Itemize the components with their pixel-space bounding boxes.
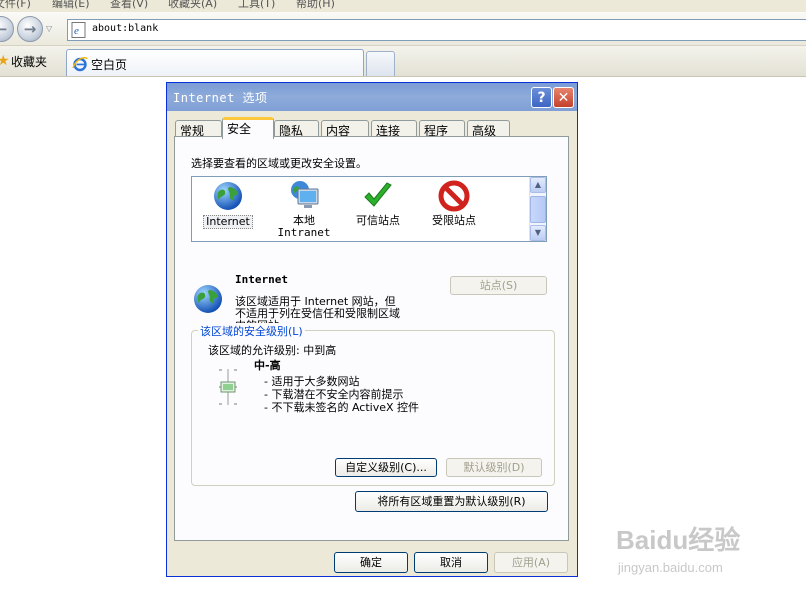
zone-trusted-sites[interactable]: 可信站点 [342,179,414,227]
zone-list[interactable]: Internet 本地 Intranet 可信站点 受限站点 ▲ ▼ [191,176,547,242]
zone-label: 可信站点 [356,214,400,227]
ok-button[interactable]: 确定 [334,552,408,573]
security-level-slider[interactable] [206,367,246,407]
globe-icon [194,285,222,313]
dialog-titlebar[interactable]: Internet 选项 ? ✕ [167,83,577,111]
menu-favorites[interactable]: 收藏夹(A) [168,0,217,11]
zone-label-2: Intranet [277,226,331,239]
default-level-button[interactable]: 默认级别(D) [446,458,542,477]
chevron-down-icon[interactable]: ▽ [46,24,52,33]
scroll-up-button[interactable]: ▲ [530,177,546,193]
help-button[interactable]: ? [531,87,552,108]
close-button[interactable]: ✕ [553,87,574,108]
menu-view[interactable]: 查看(V) [110,0,148,11]
address-bar[interactable]: e about:blank [67,19,806,41]
menu-help[interactable]: 帮助(H) [296,0,335,11]
browser-tab-title: 空白页 [91,58,128,72]
level-name: 中-高 [254,359,281,372]
cancel-button[interactable]: 取消 [414,552,488,573]
restricted-icon [438,180,470,212]
custom-level-button[interactable]: 自定义级别(C)... [335,458,437,477]
dialog-client: 常规 安全 隐私 内容 连接 程序 高级 选择要查看的区域或更改安全设置。 In… [167,111,577,576]
favorites-button[interactable]: 收藏夹 [11,53,47,70]
close-icon: ✕ [557,89,570,106]
scroll-down-button[interactable]: ▼ [530,225,546,241]
zone-instruction: 选择要查看的区域或更改安全设置。 [191,157,367,170]
forward-button[interactable]: → [17,16,43,42]
navigation-toolbar: ← → ▽ e about:blank [0,12,806,46]
allowed-level-text: 该区域的允许级别: 中到高 [208,344,337,357]
menu-edit[interactable]: 编辑(E) [52,0,90,11]
svg-text:e: e [74,25,79,37]
zone-desc-title: Internet [235,273,288,286]
sites-button[interactable]: 站点(S) [450,276,547,295]
zone-label: 受限站点 [432,214,476,227]
zone-list-scrollbar[interactable]: ▲ ▼ [529,177,546,241]
question-mark-icon: ? [537,89,546,106]
security-level-group: 该区域的安全级别(L) 该区域的允许级别: 中到高 中-高 - 适用于大多数网站… [191,323,555,486]
apply-button[interactable]: 应用(A) [494,552,568,573]
zone-internet[interactable]: Internet [192,179,264,229]
reset-all-zones-button[interactable]: 将所有区域重置为默认级别(R) [355,491,548,512]
zone-label: Internet [203,215,253,229]
tab-security[interactable]: 安全 [222,117,274,139]
chevron-up-icon: ▲ [534,180,542,189]
menu-bar: 文件(F) 编辑(E) 查看(V) 收藏夹(A) 工具(T) 帮助(H) [0,0,806,12]
dialog-title: Internet 选项 [173,91,268,105]
arrow-left-icon: ← [0,19,8,38]
chevron-down-icon: ▼ [534,228,542,237]
favorites-bar: ★ 收藏夹 空白页 [0,46,806,77]
monitor-globe-icon [291,181,319,208]
arrow-right-icon: → [23,19,37,38]
address-url[interactable]: about:blank [92,23,158,34]
baidu-watermark-logo: Baidu经验 [616,525,741,555]
menu-tools[interactable]: 工具(T) [238,0,275,11]
back-button[interactable]: ← [0,16,14,42]
ie-page-icon: e [71,22,86,38]
checkmark-icon [364,182,392,207]
globe-icon [214,182,242,210]
zone-local-intranet[interactable]: 本地 Intranet [268,179,340,239]
security-level-title: 该区域的安全级别(L) [198,323,305,339]
star-icon: ★ [0,53,10,69]
ie-icon [72,57,88,72]
security-panel: 选择要查看的区域或更改安全设置。 Internet 本地 Intranet 可信… [174,136,569,541]
menu-file[interactable]: 文件(F) [0,0,31,11]
level-bullet: - 不下载未签名的 ActiveX 控件 [264,401,420,414]
baidu-watermark-url: jingyan.baidu.com [618,560,723,575]
new-tab-button[interactable] [366,51,395,76]
zone-restricted-sites[interactable]: 受限站点 [418,179,490,227]
scroll-thumb[interactable] [530,196,546,223]
internet-options-dialog: Internet 选项 ? ✕ 常规 安全 隐私 内容 连接 程序 高级 选择要… [166,82,578,577]
browser-tab-blank[interactable]: 空白页 [66,49,364,76]
